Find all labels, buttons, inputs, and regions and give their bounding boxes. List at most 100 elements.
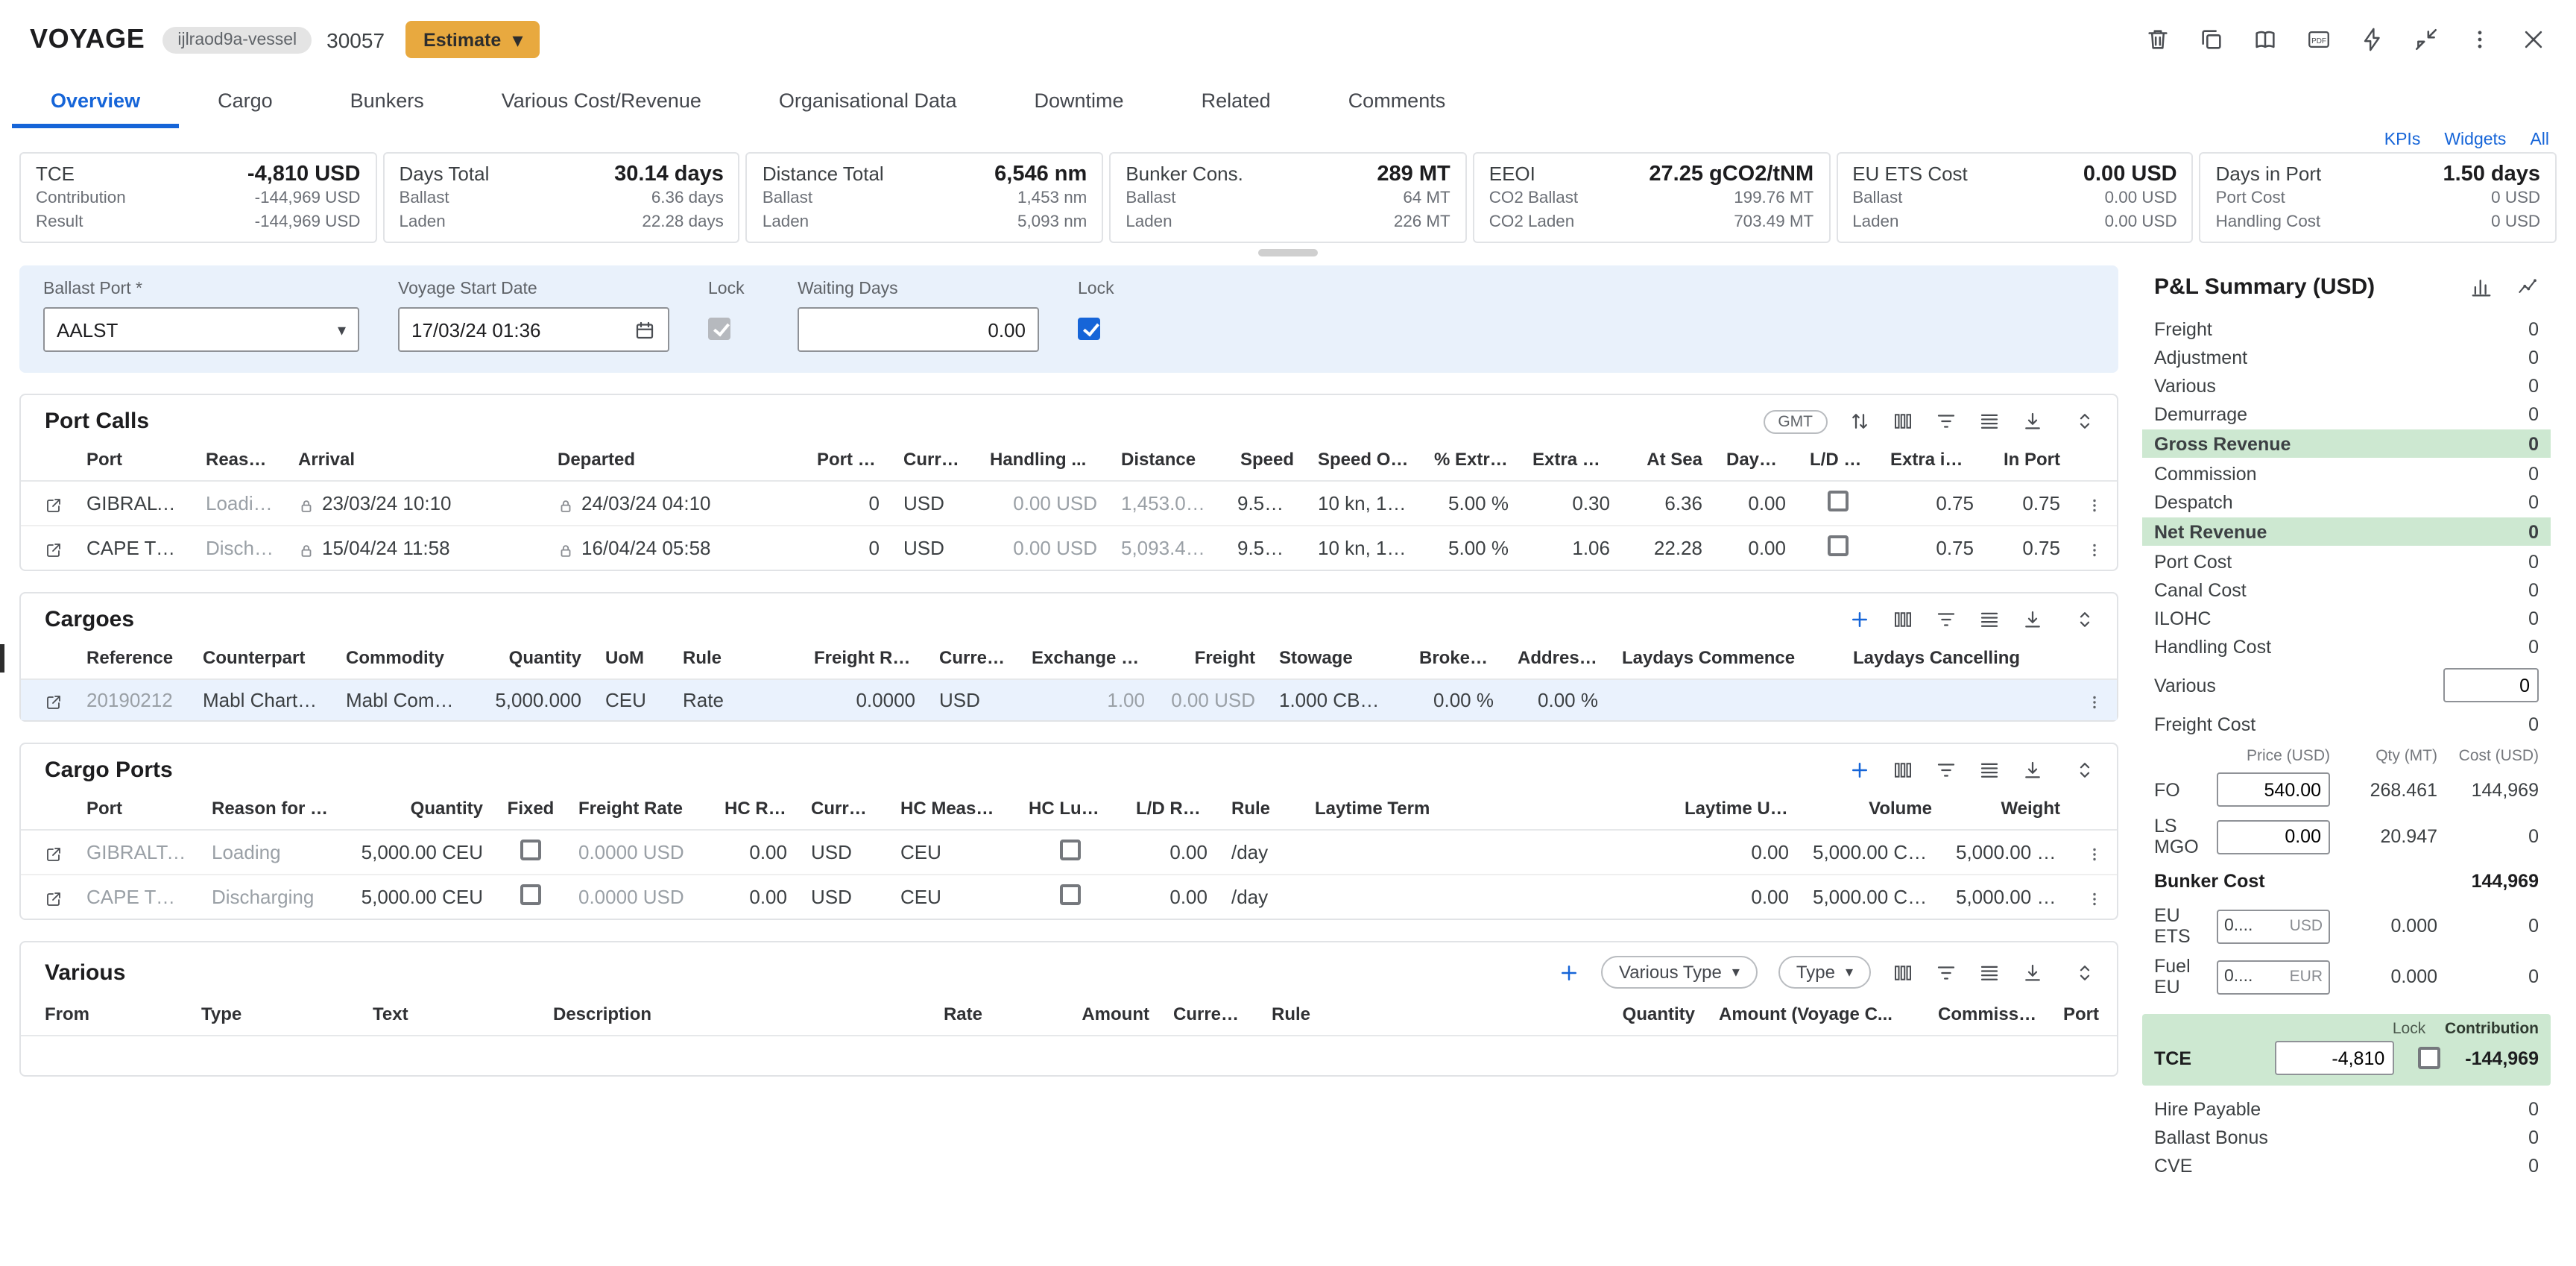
cell-pct-extra[interactable]: 5.00 %	[1422, 482, 1521, 526]
cell-distance[interactable]: 5,093.44 n...	[1109, 526, 1225, 570]
link-all[interactable]: All	[2530, 131, 2549, 149]
various-type-dropdown[interactable]: Various Type▾	[1601, 957, 1758, 989]
col-exchange-rate[interactable]: Exchange Rate	[1020, 640, 1157, 680]
col-quantity[interactable]: Quantity	[343, 791, 495, 831]
type-dropdown[interactable]: Type▾	[1778, 957, 1871, 989]
cell-reason[interactable]: Loading	[200, 831, 343, 875]
col-departed[interactable]: Departed	[546, 442, 805, 482]
columns-button[interactable]	[1892, 609, 1914, 632]
col-counterpart[interactable]: Counterpart	[191, 640, 334, 680]
kpi-resize-handle[interactable]	[1258, 250, 1318, 257]
hc-lumpsum-checkbox[interactable]	[1060, 840, 1081, 861]
pdf-export-button[interactable]	[2306, 27, 2332, 52]
cell-weight[interactable]: 5,000.00 MT	[1944, 875, 2072, 919]
col-quantity[interactable]: Quantity	[477, 640, 593, 680]
pnl-various-input[interactable]	[2443, 669, 2539, 703]
cell-port[interactable]: GIBRALTAR	[75, 831, 200, 875]
cell-speed[interactable]: 9.52 kn	[1225, 482, 1306, 526]
tce-input[interactable]	[2274, 1042, 2393, 1076]
actions-bolt-button[interactable]	[2360, 27, 2385, 52]
bar-chart-icon[interactable]	[2470, 277, 2493, 299]
add-cargo-button[interactable]	[1849, 609, 1871, 632]
kpi-card-eu-ets-cost[interactable]: EU ETS Cost0.00 USD Ballast0.00 USD Lade…	[1836, 152, 2193, 244]
col-rule[interactable]: Rule	[1260, 997, 1567, 1036]
cell-handling[interactable]: 0.00 USD	[978, 482, 1109, 526]
col-rule[interactable]: Rule	[671, 640, 802, 680]
col-laydays-cancelling[interactable]: Laydays Cancelling	[1841, 640, 2072, 680]
col-port[interactable]: Port	[2051, 997, 2117, 1036]
col-rule[interactable]: Rule	[1219, 791, 1303, 831]
col-speed[interactable]: Speed	[1225, 442, 1306, 482]
kpi-card-distance-total[interactable]: Distance Total6,546 nm Ballast1,453 nm L…	[746, 152, 1103, 244]
cell-quantity[interactable]: 5,000.00 CEU	[343, 875, 495, 919]
cell-extra-in-port[interactable]: 0.75	[1878, 526, 1986, 570]
cell-counterpart[interactable]: Mabl Charter...	[191, 680, 334, 721]
row-menu-icon[interactable]	[2086, 845, 2103, 863]
cell-hc-measure[interactable]: CEU	[888, 875, 1017, 919]
col-text[interactable]: Text	[361, 997, 541, 1036]
journal-button[interactable]	[2253, 27, 2278, 52]
col-hc-rate[interactable]: HC Rate	[713, 791, 799, 831]
col-from[interactable]: From	[21, 997, 189, 1036]
col-broker-c[interactable]: Broker C...	[1407, 640, 1506, 680]
cell-speed-ordered[interactable]: 10 kn, 10 ...	[1306, 526, 1422, 570]
cell-volume[interactable]: 5,000.00 CBM	[1801, 875, 1944, 919]
expand-section-button[interactable]	[2074, 760, 2096, 782]
filter-button[interactable]	[1935, 609, 1957, 632]
cell-laytime-term[interactable]	[1303, 875, 1673, 919]
col-laydays-commence[interactable]: Laydays Commence	[1610, 640, 1841, 680]
col-arrival[interactable]: Arrival	[286, 442, 546, 482]
col-fixed[interactable]: Fixed	[495, 791, 566, 831]
lock-waiting-checkbox[interactable]	[1078, 318, 1100, 341]
col-amount-voyage[interactable]: Amount (Voyage C...	[1707, 997, 1926, 1036]
cell-arrival[interactable]: 23/03/24 10:10	[286, 482, 546, 526]
more-options-button[interactable]	[2467, 27, 2493, 52]
cargo-port-row[interactable]: GIBRALTAR Loading 5,000.00 CEU 0.0000 US…	[21, 831, 2117, 875]
cell-laytime-used[interactable]: 0.00	[1673, 831, 1801, 875]
ld-fixed-checkbox[interactable]	[1828, 536, 1849, 557]
col-volume[interactable]: Volume	[1801, 791, 1944, 831]
col-laytime-term[interactable]: Laytime Term	[1303, 791, 1673, 831]
hc-lumpsum-checkbox[interactable]	[1060, 885, 1081, 906]
col-address-c[interactable]: Address C...	[1506, 640, 1610, 680]
row-menu-icon[interactable]	[2086, 890, 2103, 908]
cell-laydays-commence[interactable]	[1610, 680, 1841, 721]
estimate-button[interactable]: Estimate▾	[405, 21, 540, 58]
cell-freight[interactable]: 0.00 USD	[1157, 680, 1267, 721]
expand-section-button[interactable]	[2074, 411, 2096, 433]
cell-quantity[interactable]: 5,000.000	[477, 680, 593, 721]
sort-button[interactable]	[1849, 411, 1871, 433]
col-extra-in-port[interactable]: Extra in P...	[1878, 442, 1986, 482]
fuel-eu-price-input[interactable]: 0....EUR	[2217, 960, 2330, 995]
waiting-days-input[interactable]	[798, 308, 1039, 353]
scatter-chart-icon[interactable]	[2516, 277, 2539, 299]
copy-button[interactable]	[2199, 27, 2224, 52]
cell-volume[interactable]: 5,000.00 CBM	[1801, 831, 1944, 875]
tab-overview[interactable]: Overview	[12, 78, 179, 128]
cell-speed[interactable]: 9.52 kn	[1225, 526, 1306, 570]
ld-fixed-checkbox[interactable]	[1828, 491, 1849, 512]
voyage-start-date-input[interactable]: 17/03/24 01:36	[398, 308, 669, 353]
cell-quantity[interactable]: 5,000.00 CEU	[343, 831, 495, 875]
kpi-card-days-in-port[interactable]: Days in Port1.50 days Port Cost0 USD Han…	[2200, 152, 2557, 244]
cell-port[interactable]: CAPE TOWN	[75, 875, 200, 919]
tab-downtime[interactable]: Downtime	[996, 78, 1163, 128]
download-button[interactable]	[2021, 411, 2044, 433]
col-currency[interactable]: Currency	[1161, 997, 1260, 1036]
cell-reason[interactable]: Discharging	[200, 875, 343, 919]
cell-ld-rate[interactable]: 0.00	[1124, 831, 1219, 875]
col-weight[interactable]: Weight	[1944, 791, 2072, 831]
download-button[interactable]	[2021, 609, 2044, 632]
cell-port-cost[interactable]: 0	[805, 526, 891, 570]
columns-button[interactable]	[1892, 962, 1914, 984]
cell-hc-rate[interactable]: 0.00	[713, 831, 799, 875]
col-at-sea[interactable]: At Sea	[1622, 442, 1714, 482]
row-density-button[interactable]	[1978, 609, 2001, 632]
cell-departed[interactable]: 24/03/24 04:10	[546, 482, 805, 526]
cell-laytime-term[interactable]	[1303, 831, 1673, 875]
ballast-port-select[interactable]: AALST▾	[43, 308, 359, 353]
fixed-checkbox[interactable]	[520, 840, 541, 861]
link-widgets[interactable]: Widgets	[2444, 131, 2506, 149]
col-hc-lumpsum[interactable]: HC Lumpsum	[1017, 791, 1124, 831]
cell-speed-ordered[interactable]: 10 kn, 10 ...	[1306, 482, 1422, 526]
